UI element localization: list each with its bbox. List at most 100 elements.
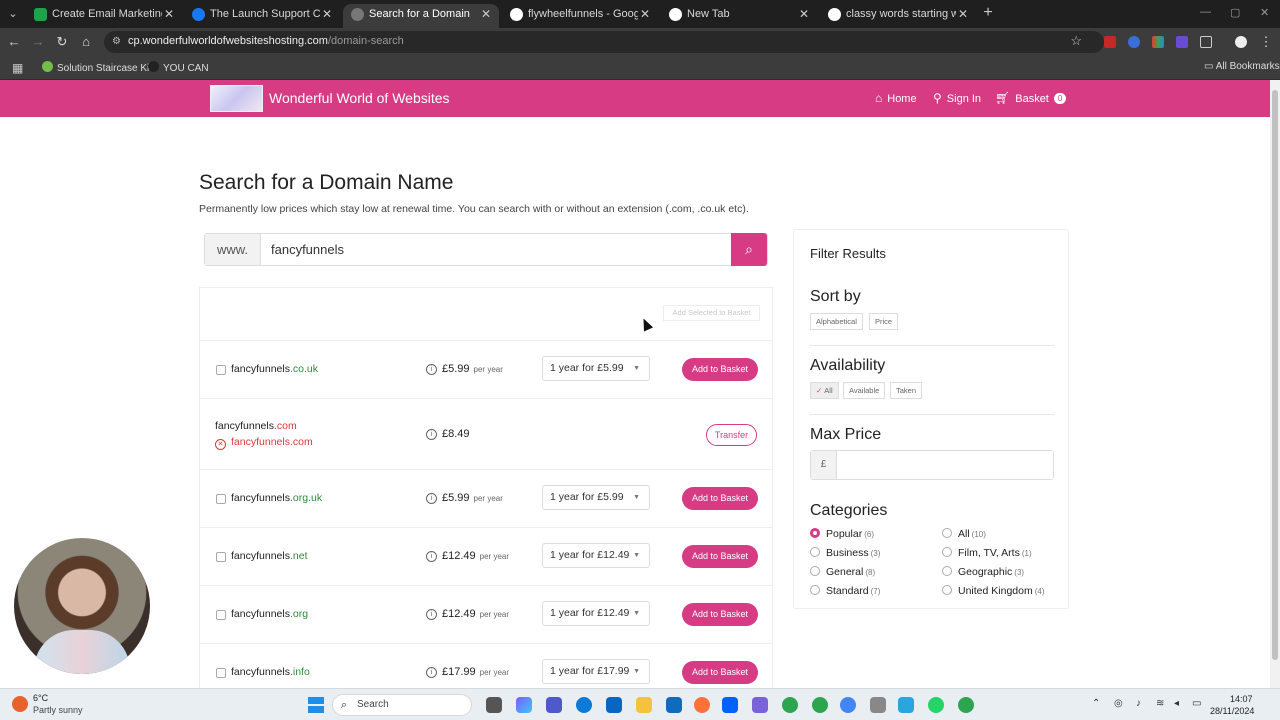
chrome-icon[interactable] xyxy=(812,697,828,713)
bookmark-star-icon[interactable]: ☆ xyxy=(1070,33,1082,49)
availability-available-button[interactable]: Available xyxy=(843,382,886,399)
domain-search-input[interactable] xyxy=(261,234,732,265)
notepad-icon[interactable] xyxy=(898,697,914,713)
browser-tab[interactable]: Create Email Marketing Your A... ✕ xyxy=(26,4,182,28)
copilot-icon[interactable] xyxy=(516,697,532,713)
category-business[interactable]: Business (3) xyxy=(810,547,880,559)
extension-icon[interactable] xyxy=(1104,36,1116,48)
weather-icon[interactable] xyxy=(12,696,28,712)
result-checkbox[interactable] xyxy=(216,552,226,562)
browser-tab-active[interactable]: Search for a Domain ✕ xyxy=(343,4,499,28)
info-icon[interactable]: i xyxy=(426,667,437,678)
tray-app-icon[interactable]: ◎ xyxy=(1114,698,1123,709)
extension-icon[interactable] xyxy=(1128,36,1140,48)
add-selected-button[interactable]: Add Selected to Basket xyxy=(663,305,760,321)
availability-all-button[interactable]: ✓ All xyxy=(810,382,839,399)
window-close-icon[interactable]: ✕ xyxy=(1260,6,1269,19)
profile-avatar[interactable] xyxy=(1235,36,1247,48)
category-united-kingdom[interactable]: United Kingdom (4) xyxy=(942,585,1045,597)
nav-home-link[interactable]: ⌂ Home xyxy=(875,91,917,105)
tab-close-icon[interactable]: ✕ xyxy=(799,4,809,24)
reload-icon[interactable]: ↻ xyxy=(54,34,70,50)
extensions-puzzle-icon[interactable] xyxy=(1200,36,1212,48)
info-icon[interactable]: i xyxy=(426,551,437,562)
wifi-icon[interactable]: ≋ xyxy=(1156,698,1164,709)
forward-arrow-icon[interactable]: → xyxy=(30,34,46,50)
page-scrollbar[interactable] xyxy=(1270,80,1280,688)
add-to-basket-button[interactable]: Add to Basket xyxy=(682,487,758,510)
chrome-icon[interactable] xyxy=(840,697,856,713)
tray-overflow-icon[interactable]: ⌃ xyxy=(1092,698,1100,709)
category-geographic[interactable]: Geographic (3) xyxy=(942,566,1024,578)
teams-icon[interactable] xyxy=(546,697,562,713)
store-icon[interactable] xyxy=(606,697,622,713)
add-to-basket-button[interactable]: Add to Basket xyxy=(682,358,758,381)
chrome-icon[interactable] xyxy=(958,697,974,713)
category-standard[interactable]: Standard (7) xyxy=(810,585,880,597)
volume-icon[interactable]: ◂ xyxy=(1174,698,1179,709)
mail-icon[interactable] xyxy=(666,697,682,713)
availability-taken-button[interactable]: Taken xyxy=(890,382,923,399)
result-checkbox[interactable] xyxy=(216,365,226,375)
tab-close-icon[interactable]: ✕ xyxy=(322,4,332,24)
add-to-basket-button[interactable]: Add to Basket xyxy=(682,545,758,568)
site-info-icon[interactable]: ⚙ xyxy=(112,36,124,48)
extension-icon[interactable] xyxy=(1176,36,1188,48)
extension-icon[interactable] xyxy=(1152,36,1164,48)
category-film-tv-arts[interactable]: Film, TV, Arts (1) xyxy=(942,547,1032,559)
app-icon[interactable] xyxy=(752,697,768,713)
category-general[interactable]: General (8) xyxy=(810,566,875,578)
file-explorer-icon[interactable] xyxy=(636,697,652,713)
microphone-icon[interactable]: ♪ xyxy=(1136,698,1141,709)
search-button[interactable]: ⌕ xyxy=(731,233,767,266)
sort-alphabetical-button[interactable]: Alphabetical xyxy=(810,313,863,330)
new-tab-plus-icon[interactable]: + xyxy=(980,5,996,22)
nav-basket-link[interactable]: 🛒︎ Basket 0 xyxy=(995,91,1067,105)
term-select[interactable]: 1 year for £12.49 ▼ xyxy=(542,601,650,626)
back-arrow-icon[interactable]: ← xyxy=(6,34,22,50)
result-checkbox[interactable] xyxy=(216,610,226,620)
transfer-button[interactable]: Transfer xyxy=(706,424,757,446)
site-logo[interactable] xyxy=(210,85,263,112)
bookmark-item[interactable]: Solution Staircase Ki... xyxy=(42,61,158,74)
all-bookmarks[interactable]: ▭ All Bookmarks xyxy=(1204,61,1280,72)
tab-close-icon[interactable]: ✕ xyxy=(958,4,968,24)
clock-time[interactable]: 14:07 xyxy=(1230,694,1253,704)
result-checkbox[interactable] xyxy=(216,668,226,678)
firefox-icon[interactable] xyxy=(694,697,710,713)
nav-sign-in-link[interactable]: ⚲ Sign In xyxy=(933,91,981,105)
sort-price-button[interactable]: Price xyxy=(869,313,899,330)
info-icon[interactable]: i xyxy=(426,493,437,504)
tab-close-icon[interactable]: ✕ xyxy=(640,4,650,24)
scrollbar-thumb[interactable] xyxy=(1272,90,1278,660)
browser-tab[interactable]: The Launch Support Club with ✕ xyxy=(184,4,340,28)
term-select[interactable]: 1 year for £12.49 ▼ xyxy=(542,543,650,568)
clock-date[interactable]: 28/11/2024 xyxy=(1210,706,1254,716)
site-name[interactable]: Wonderful World of Websites xyxy=(269,90,450,106)
maximize-icon[interactable]: ▢ xyxy=(1230,6,1240,19)
address-bar[interactable]: ⚙ cp.wonderfulworldofwebsiteshosting.com… xyxy=(104,31,1104,53)
edge-icon[interactable] xyxy=(576,697,592,713)
term-select[interactable]: 1 year for £5.99 ▼ xyxy=(542,485,650,510)
whatsapp-icon[interactable] xyxy=(928,697,944,713)
term-select[interactable]: 1 year for £17.99 ▼ xyxy=(542,659,650,684)
minimize-icon[interactable]: — xyxy=(1200,6,1211,18)
add-to-basket-button[interactable]: Add to Basket xyxy=(682,603,758,626)
info-icon[interactable]: i xyxy=(426,429,437,440)
category-popular[interactable]: Popular (6) xyxy=(810,528,874,540)
result-checkbox[interactable] xyxy=(216,494,226,504)
browser-tab[interactable]: flywheelfunnels - Google Searc ✕ xyxy=(502,4,658,28)
add-to-basket-button[interactable]: Add to Basket xyxy=(682,661,758,684)
info-icon[interactable]: i xyxy=(426,609,437,620)
max-price-input[interactable] xyxy=(838,451,1053,479)
info-icon[interactable]: i xyxy=(426,364,437,375)
battery-icon[interactable]: ▭ xyxy=(1192,698,1201,709)
dropbox-icon[interactable] xyxy=(722,697,738,713)
apps-grid-icon[interactable]: ▦ xyxy=(12,61,23,75)
tab-close-icon[interactable]: ✕ xyxy=(481,4,491,24)
home-icon[interactable]: ⌂ xyxy=(78,34,94,50)
chrome-icon[interactable] xyxy=(782,697,798,713)
browser-tab[interactable]: New Tab ✕ xyxy=(661,4,817,28)
browser-tab[interactable]: classy words starting with f - G ✕ xyxy=(820,4,976,28)
tab-close-icon[interactable]: ✕ xyxy=(164,4,174,24)
